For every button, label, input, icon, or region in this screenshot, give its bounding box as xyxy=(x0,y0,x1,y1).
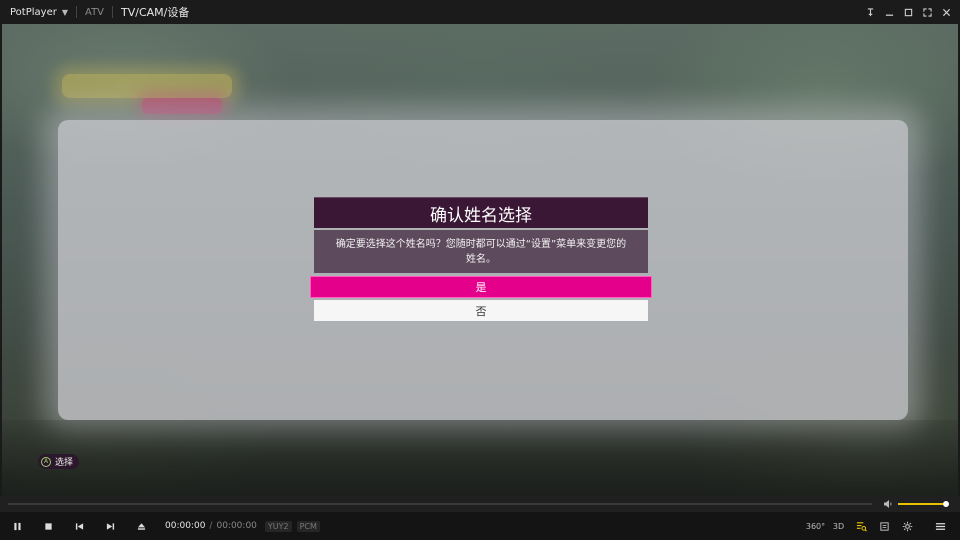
app-menu-button[interactable]: PotPlayer ▼ xyxy=(0,0,68,24)
time-display[interactable]: 00:00:00 / 00:00:00 xyxy=(165,521,257,531)
seek-row xyxy=(0,496,960,512)
a-button-icon: A xyxy=(41,456,51,467)
eject-icon xyxy=(137,522,146,530)
time-separator: / xyxy=(209,521,213,531)
minimize-button[interactable] xyxy=(880,0,899,24)
skip-next-icon xyxy=(106,522,115,530)
3d-icon: 3D xyxy=(832,521,845,531)
settings-button[interactable] xyxy=(896,512,919,540)
volume-slider[interactable] xyxy=(898,503,946,505)
pin-button[interactable] xyxy=(861,0,880,24)
volume-level xyxy=(898,503,946,505)
pause-icon xyxy=(14,522,21,530)
divider xyxy=(76,6,77,18)
fullscreen-icon xyxy=(923,7,932,17)
vr-360-icon: 360° xyxy=(805,521,826,531)
skip-previous-icon xyxy=(75,522,84,530)
volume-handle[interactable] xyxy=(943,501,949,507)
duration: 00:00:00 xyxy=(216,521,257,531)
volume-icon[interactable] xyxy=(883,499,893,509)
video-area[interactable]: 确认姓名选择 确定要选择这个姓名吗？您随时都可以通过“设置”菜单来变更您的姓名。… xyxy=(2,24,958,496)
minimize-icon xyxy=(885,14,894,16)
yes-button[interactable]: 是 xyxy=(310,276,652,298)
playlist-button[interactable] xyxy=(850,512,873,540)
no-button[interactable]: 否 xyxy=(314,300,648,321)
stop-button[interactable] xyxy=(33,512,64,540)
3d-button[interactable]: 3D xyxy=(827,512,850,540)
divider xyxy=(112,6,114,18)
control-bar: 00:00:00 / 00:00:00 YUY2 PCM 360° 3D xyxy=(0,512,960,540)
right-controls: 360° 3D xyxy=(804,512,952,540)
blurred-background-element xyxy=(142,98,222,114)
blurred-background-element xyxy=(62,74,232,98)
audio-format-badge[interactable]: PCM xyxy=(296,520,320,532)
window-controls xyxy=(861,0,956,24)
seek-bar[interactable] xyxy=(8,503,872,505)
next-button[interactable] xyxy=(95,512,126,540)
maximize-button[interactable] xyxy=(899,0,918,24)
gear-icon xyxy=(902,521,913,531)
fullscreen-button[interactable] xyxy=(918,0,937,24)
chevron-down-icon: ▼ xyxy=(61,7,68,17)
main-menu-button[interactable] xyxy=(929,512,952,540)
video-format-badge[interactable]: YUY2 xyxy=(264,520,292,532)
vr-360-button[interactable]: 360° xyxy=(804,512,827,540)
app-name: PotPlayer xyxy=(10,6,57,18)
pin-icon xyxy=(867,7,874,16)
hamburger-menu-icon xyxy=(935,522,946,530)
select-hint-label: 选择 xyxy=(55,458,74,468)
title-bar: PotPlayer ▼ ATV TV/CAM/设备 xyxy=(0,0,960,24)
chapter-icon xyxy=(880,521,889,531)
current-time: 00:00:00 xyxy=(165,521,206,531)
close-button[interactable] xyxy=(937,0,956,24)
close-icon xyxy=(942,8,951,16)
confirm-name-dialog: 确认姓名选择 确定要选择这个姓名吗？您随时都可以通过“设置”菜单来变更您的姓名。… xyxy=(310,197,652,321)
blurred-background-floor xyxy=(2,420,958,496)
window-title: TV/CAM/设备 xyxy=(121,6,190,19)
dialog-title: 确认姓名选择 xyxy=(314,197,648,228)
chapter-button[interactable] xyxy=(873,512,896,540)
previous-button[interactable] xyxy=(64,512,95,540)
stop-icon xyxy=(45,522,52,530)
dialog-message: 确定要选择这个姓名吗？您随时都可以通过“设置”菜单来变更您的姓名。 xyxy=(314,230,648,273)
maximize-icon xyxy=(904,8,913,16)
pause-button[interactable] xyxy=(2,512,33,540)
eject-button[interactable] xyxy=(126,512,157,540)
select-hint: A 选择 xyxy=(38,454,80,469)
playlist-search-icon xyxy=(856,521,867,531)
source-label[interactable]: ATV xyxy=(85,7,104,18)
